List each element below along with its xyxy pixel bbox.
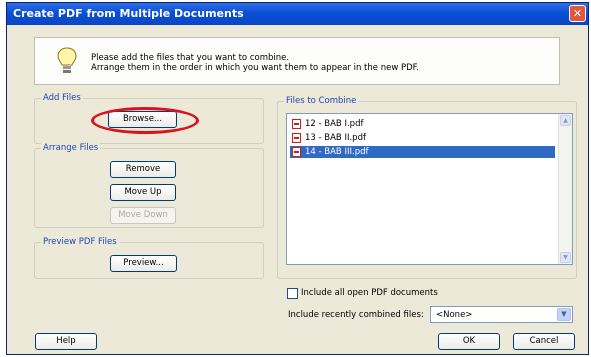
pdf-file-icon [292,147,301,157]
add-files-legend: Add Files [41,93,83,103]
recent-files-value: <None> [436,310,473,320]
list-item[interactable]: 12 - BAB I.pdf [290,118,555,130]
preview-legend: Preview PDF Files [41,237,119,247]
list-item-selected[interactable]: 14 - BAB III.pdf [290,146,555,158]
close-icon: ✕ [572,7,583,20]
vertical-scrollbar[interactable]: ▲ ▼ [558,114,572,264]
recent-files-label: Include recently combined files: [288,310,424,320]
instructions-line-1: Please add the files that you want to co… [91,53,290,63]
instructions-panel: Please add the files that you want to co… [34,37,560,85]
ok-button[interactable]: OK [438,333,500,350]
title-bar[interactable]: Create PDF from Multiple Documents ✕ [7,3,588,25]
include-open-label[interactable]: Include all open PDF documents [301,288,438,298]
file-name: 12 - BAB I.pdf [305,119,364,129]
include-open-checkbox[interactable] [287,288,298,299]
pdf-file-icon [292,133,301,143]
list-item[interactable]: 13 - BAB II.pdf [290,132,555,144]
create-pdf-dialog: Create PDF from Multiple Documents ✕ Ple… [6,2,589,355]
file-list[interactable]: 12 - BAB I.pdf 13 - BAB II.pdf 14 - BAB … [286,113,573,265]
chevron-down-icon[interactable]: ▼ [557,308,571,321]
move-down-button[interactable]: Move Down [110,207,176,224]
move-up-button[interactable]: Move Up [110,184,176,201]
scroll-down-arrow-icon[interactable]: ▼ [560,252,571,263]
instructions-line-2: Arrange them in the order in which you w… [91,63,419,73]
preview-button[interactable]: Preview... [110,255,177,272]
close-button[interactable]: ✕ [569,5,586,22]
scroll-up-arrow-icon[interactable]: ▲ [560,115,571,126]
pdf-file-icon [292,119,301,129]
recent-files-dropdown[interactable]: <None> ▼ [430,306,573,323]
file-name: 14 - BAB III.pdf [305,147,369,157]
arrange-files-legend: Arrange Files [41,143,101,153]
remove-button[interactable]: Remove [110,161,176,178]
file-name: 13 - BAB II.pdf [305,133,366,143]
lightbulb-icon [57,47,77,73]
cancel-button[interactable]: Cancel [513,333,575,350]
highlight-ring [91,107,199,134]
files-to-combine-legend: Files to Combine [284,96,359,106]
dialog-title: Create PDF from Multiple Documents [13,7,244,20]
help-button[interactable]: Help [35,333,97,350]
